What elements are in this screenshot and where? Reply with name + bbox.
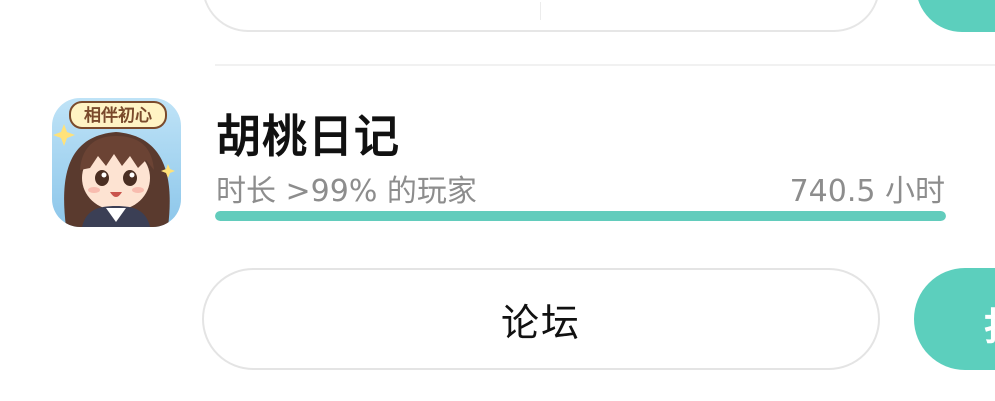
playtime-percentile: 时长 >99% 的玩家 xyxy=(216,174,477,209)
section-divider xyxy=(215,64,995,66)
chibi-girl-icon: 相伴初心 xyxy=(52,98,181,227)
game-app-icon[interactable]: 相伴初心 xyxy=(52,98,181,227)
game-title[interactable]: 胡桃日记 xyxy=(216,100,400,165)
playtime-hours: 740.5 小时 xyxy=(789,174,945,209)
game-playtime-card: 相伴初心 胡桃日记 时长 >99% 的玩家 740.5 小时 论坛 打 xyxy=(0,0,995,401)
side-action-label: 打 xyxy=(984,296,995,351)
icon-banner-text: 相伴初心 xyxy=(84,105,152,126)
top-side-action-button[interactable] xyxy=(916,0,995,32)
playtime-progress-fill xyxy=(215,211,946,221)
pill-divider xyxy=(540,2,541,20)
forum-button[interactable]: 论坛 xyxy=(202,268,880,370)
top-action-pill[interactable] xyxy=(202,0,880,32)
playtime-progress-bar xyxy=(215,211,946,221)
side-action-button[interactable]: 打 xyxy=(914,268,995,370)
forum-button-label: 论坛 xyxy=(500,300,581,345)
